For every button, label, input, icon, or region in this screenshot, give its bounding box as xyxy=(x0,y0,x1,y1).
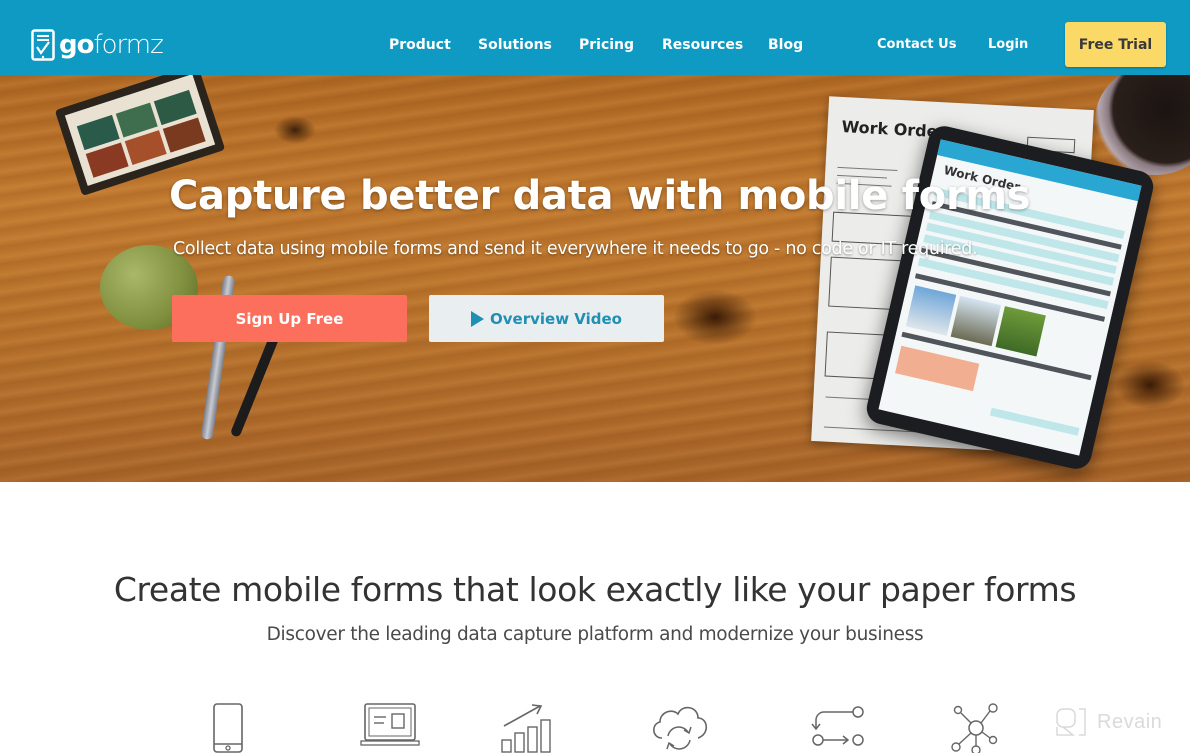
nav-blog[interactable]: Blog xyxy=(768,35,803,55)
overview-video-button[interactable]: Overview Video xyxy=(429,295,664,342)
growth-chart-icon xyxy=(498,700,562,753)
logo-text-light: formz xyxy=(93,30,163,60)
nav-solutions[interactable]: Solutions xyxy=(478,35,552,55)
coffee-mug-image xyxy=(1095,75,1190,175)
hero-section: Work Order Work Order Capture better dat… xyxy=(0,75,1190,482)
nav-pricing[interactable]: Pricing xyxy=(579,35,634,55)
network-icon xyxy=(948,700,1004,753)
nav-login[interactable]: Login xyxy=(988,35,1028,55)
sign-up-free-button[interactable]: Sign Up Free xyxy=(172,295,407,342)
goformz-logo[interactable]: goformz xyxy=(31,28,164,62)
logo-text: goformz xyxy=(59,30,164,60)
clipboard-check-icon xyxy=(31,29,55,61)
nav-product[interactable]: Product xyxy=(389,35,451,55)
logo-text-bold: go xyxy=(59,30,94,60)
hero-subtitle: Collect data using mobile forms and send… xyxy=(173,239,978,259)
play-icon xyxy=(471,310,484,327)
workflow-icon xyxy=(808,700,868,753)
hero-title: Capture better data with mobile forms xyxy=(169,173,1031,219)
nav-resources[interactable]: Resources xyxy=(662,35,743,55)
cloud-sync-icon xyxy=(648,700,710,753)
revain-watermark: Revain xyxy=(1055,705,1162,739)
features-title: Create mobile forms that look exactly li… xyxy=(113,570,1077,609)
laptop-form-icon xyxy=(360,700,420,750)
revain-watermark-text: Revain xyxy=(1097,710,1163,733)
black-pen-image xyxy=(229,332,281,438)
mobile-phone-icon xyxy=(212,700,244,753)
features-subtitle: Discover the leading data capture platfo… xyxy=(266,624,924,645)
free-trial-button[interactable]: Free Trial xyxy=(1065,22,1166,67)
revain-logo-icon xyxy=(1056,708,1086,736)
site-header: goformz Product Solutions Pricing Resour… xyxy=(0,0,1190,75)
nav-contact-us[interactable]: Contact Us xyxy=(877,35,956,55)
overview-video-label: Overview Video xyxy=(490,309,622,328)
